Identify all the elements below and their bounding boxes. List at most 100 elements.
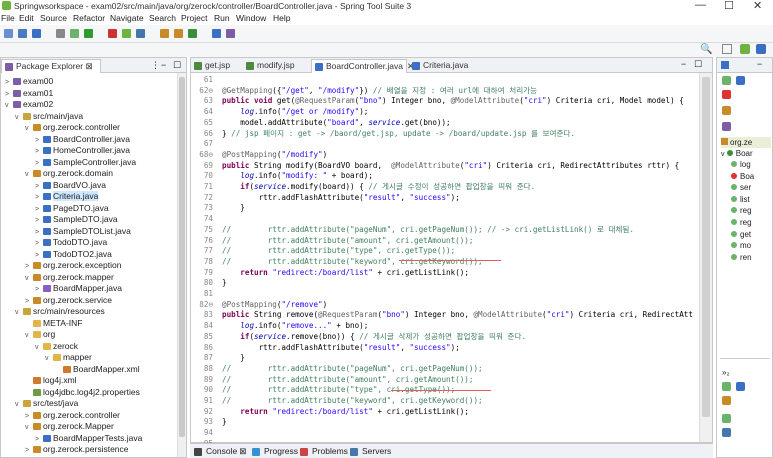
tree-item[interactable]: > org.zerock.service — [25, 295, 112, 305]
code-line[interactable]: 86 rttr.addFlashAttribute("result", "suc… — [191, 343, 696, 354]
tree-item[interactable]: v org.zerock.mapper — [25, 272, 114, 282]
outline-member[interactable]: list — [731, 194, 750, 205]
code-line[interactable]: 93} — [191, 417, 696, 428]
tree-item[interactable]: > BoardMapper.java — [35, 283, 122, 293]
tree-item[interactable]: > BoardController.java — [35, 134, 130, 144]
chevron-down-icon[interactable]: v — [15, 400, 23, 410]
chevron-right-icon[interactable]: > — [35, 251, 43, 261]
editor-tab[interactable]: get.jsp — [191, 59, 241, 73]
chevron-down-icon[interactable]: v — [45, 354, 53, 364]
tree-item[interactable]: v org.zerock.domain — [25, 168, 113, 178]
tab-console[interactable]: Console ⊠ — [194, 446, 246, 457]
hide-static-icon[interactable] — [736, 76, 745, 85]
chevron-right-icon[interactable]: > — [35, 147, 43, 157]
code-line[interactable]: 63 public void get(@RequestParam("bno") I… — [191, 96, 696, 107]
chevron-right-icon[interactable]: > — [25, 446, 33, 456]
tree-item[interactable]: v zerock — [35, 341, 78, 351]
chevron-right-icon[interactable]: > — [35, 182, 43, 192]
outline-member[interactable]: reg — [731, 217, 752, 228]
tree-item[interactable]: v exam02 — [5, 99, 53, 109]
new-icon[interactable] — [4, 29, 13, 38]
code-line[interactable]: 76 // rttr.addAttribute("amount", cri.get… — [191, 236, 696, 247]
quick-search-icon[interactable]: 🔍 — [700, 44, 712, 55]
code-line[interactable]: 61 — [191, 75, 696, 86]
outline-member[interactable]: ren — [731, 252, 752, 263]
chevron-right-icon[interactable]: > — [25, 262, 33, 272]
outline-icon[interactable] — [721, 61, 729, 69]
explorer-scrollbar-thumb[interactable] — [179, 77, 185, 437]
chevron-right-icon[interactable]: > — [35, 205, 43, 215]
spring-icon[interactable] — [122, 29, 131, 38]
tree-item[interactable]: > org.zerock.persistence — [25, 444, 129, 454]
menu-run[interactable]: Run — [214, 13, 230, 24]
tree-item[interactable]: > BoardMapperTests.java — [35, 433, 142, 443]
editor-tab[interactable]: Criteria.java — [409, 59, 469, 73]
code-line[interactable]: 81 — [191, 289, 696, 300]
chevron-right-icon[interactable]: > — [35, 193, 43, 203]
editor-scrollbar-thumb[interactable] — [702, 77, 710, 417]
tree-item[interactable]: > TodoDTO.java — [35, 237, 107, 247]
editor-tab[interactable]: modify.jsp — [243, 59, 309, 73]
chevron-right-icon[interactable]: > — [35, 216, 43, 226]
saveall-icon[interactable] — [32, 29, 41, 38]
menu-edit[interactable]: Edit — [19, 13, 34, 24]
code-line[interactable]: 89 // rttr.addAttribute("amount", cri.get… — [191, 375, 696, 386]
class-icon[interactable] — [188, 29, 197, 38]
menu-file[interactable]: File — [1, 13, 15, 24]
code-line[interactable]: 68⊖ @PostMapping("/modify") — [191, 150, 696, 161]
minimize-view-icon[interactable]: − — [757, 59, 762, 69]
chevron-right-icon[interactable]: > — [35, 239, 43, 249]
tree-item[interactable]: > HomeController.java — [35, 145, 130, 155]
tree-item[interactable]: log4jdbc.log4j2.properties — [25, 387, 140, 397]
down-icon[interactable] — [736, 382, 745, 391]
tree-item[interactable]: > SampleDTO.java — [35, 214, 118, 224]
tree-item[interactable]: v org — [25, 329, 55, 339]
code-line[interactable]: 94 — [191, 428, 696, 439]
outline-package-row[interactable]: org.ze — [721, 137, 771, 148]
editor-tab[interactable]: BoardController.java ✕ — [311, 59, 414, 73]
sort-icon[interactable] — [722, 106, 731, 115]
tree-item[interactable]: v org.zerock.controller — [25, 122, 120, 132]
code-line[interactable]: 67 — [191, 139, 696, 150]
chevron-down-icon[interactable]: v — [25, 423, 33, 433]
chevron-right-icon[interactable]: > — [25, 412, 33, 422]
minimize-view-icon[interactable]: − — [161, 60, 166, 70]
debug-icon[interactable] — [70, 29, 79, 38]
run-icon[interactable] — [84, 29, 93, 38]
tab-problems[interactable]: Problems — [300, 446, 348, 456]
tree-item[interactable]: v mapper — [45, 352, 92, 362]
menu-help[interactable]: Help — [273, 13, 290, 24]
maximize-view-icon[interactable]: ☐ — [173, 60, 181, 71]
search-icon[interactable] — [160, 29, 169, 38]
outline-member[interactable]: log — [731, 159, 751, 170]
code-line[interactable]: 74 — [191, 214, 696, 225]
minimize-button[interactable]: — — [695, 0, 706, 11]
print-icon[interactable] — [56, 29, 65, 38]
tab-package-explorer[interactable]: Package Explorer ⊠ — [1, 59, 101, 73]
code-line[interactable]: 62⊖ @GetMapping({"/get", "/modify"}) // 배… — [191, 86, 696, 97]
menu-search[interactable]: Search — [149, 13, 176, 24]
hide-nonpublic-icon[interactable] — [722, 90, 731, 99]
close-icon[interactable]: ⊠ — [85, 61, 92, 71]
tree-item[interactable]: BoardMapper.xml — [55, 364, 140, 374]
perspective-icon[interactable] — [722, 44, 732, 54]
tree-item[interactable]: > SampleController.java — [35, 157, 136, 167]
chevron-down-icon[interactable]: v — [25, 274, 33, 284]
tree-item[interactable]: v src/main/resources — [15, 306, 105, 316]
menu-source[interactable]: Source — [40, 13, 67, 24]
close-icon[interactable]: ⊠ — [239, 446, 246, 456]
code-line[interactable]: 79 return "redirect:/board/list" + cri.g… — [191, 268, 696, 279]
chevron-right-icon[interactable]: > — [5, 90, 13, 100]
chevron-right-icon[interactable]: > — [35, 228, 43, 238]
chevron-right-icon[interactable]: > — [5, 78, 13, 88]
code-line[interactable]: 65 model.addAttribute("board", service.g… — [191, 118, 696, 129]
tab-servers[interactable]: Servers — [350, 446, 391, 456]
menu-project[interactable]: Project — [181, 13, 207, 24]
code-line[interactable]: 91 // rttr.addAttribute("keyword", cri.ge… — [191, 396, 696, 407]
menu-navigate[interactable]: Navigate — [110, 13, 144, 24]
code-line[interactable]: 71 if(service.modify(board)) { // 게시글 수정… — [191, 182, 696, 193]
minimize-view-icon[interactable]: − — [681, 59, 686, 69]
spring-perspective-icon[interactable] — [740, 44, 750, 54]
tab-progress[interactable]: Progress — [252, 446, 298, 456]
code-line[interactable]: 69 public String modify(BoardVO board, @M… — [191, 161, 696, 172]
